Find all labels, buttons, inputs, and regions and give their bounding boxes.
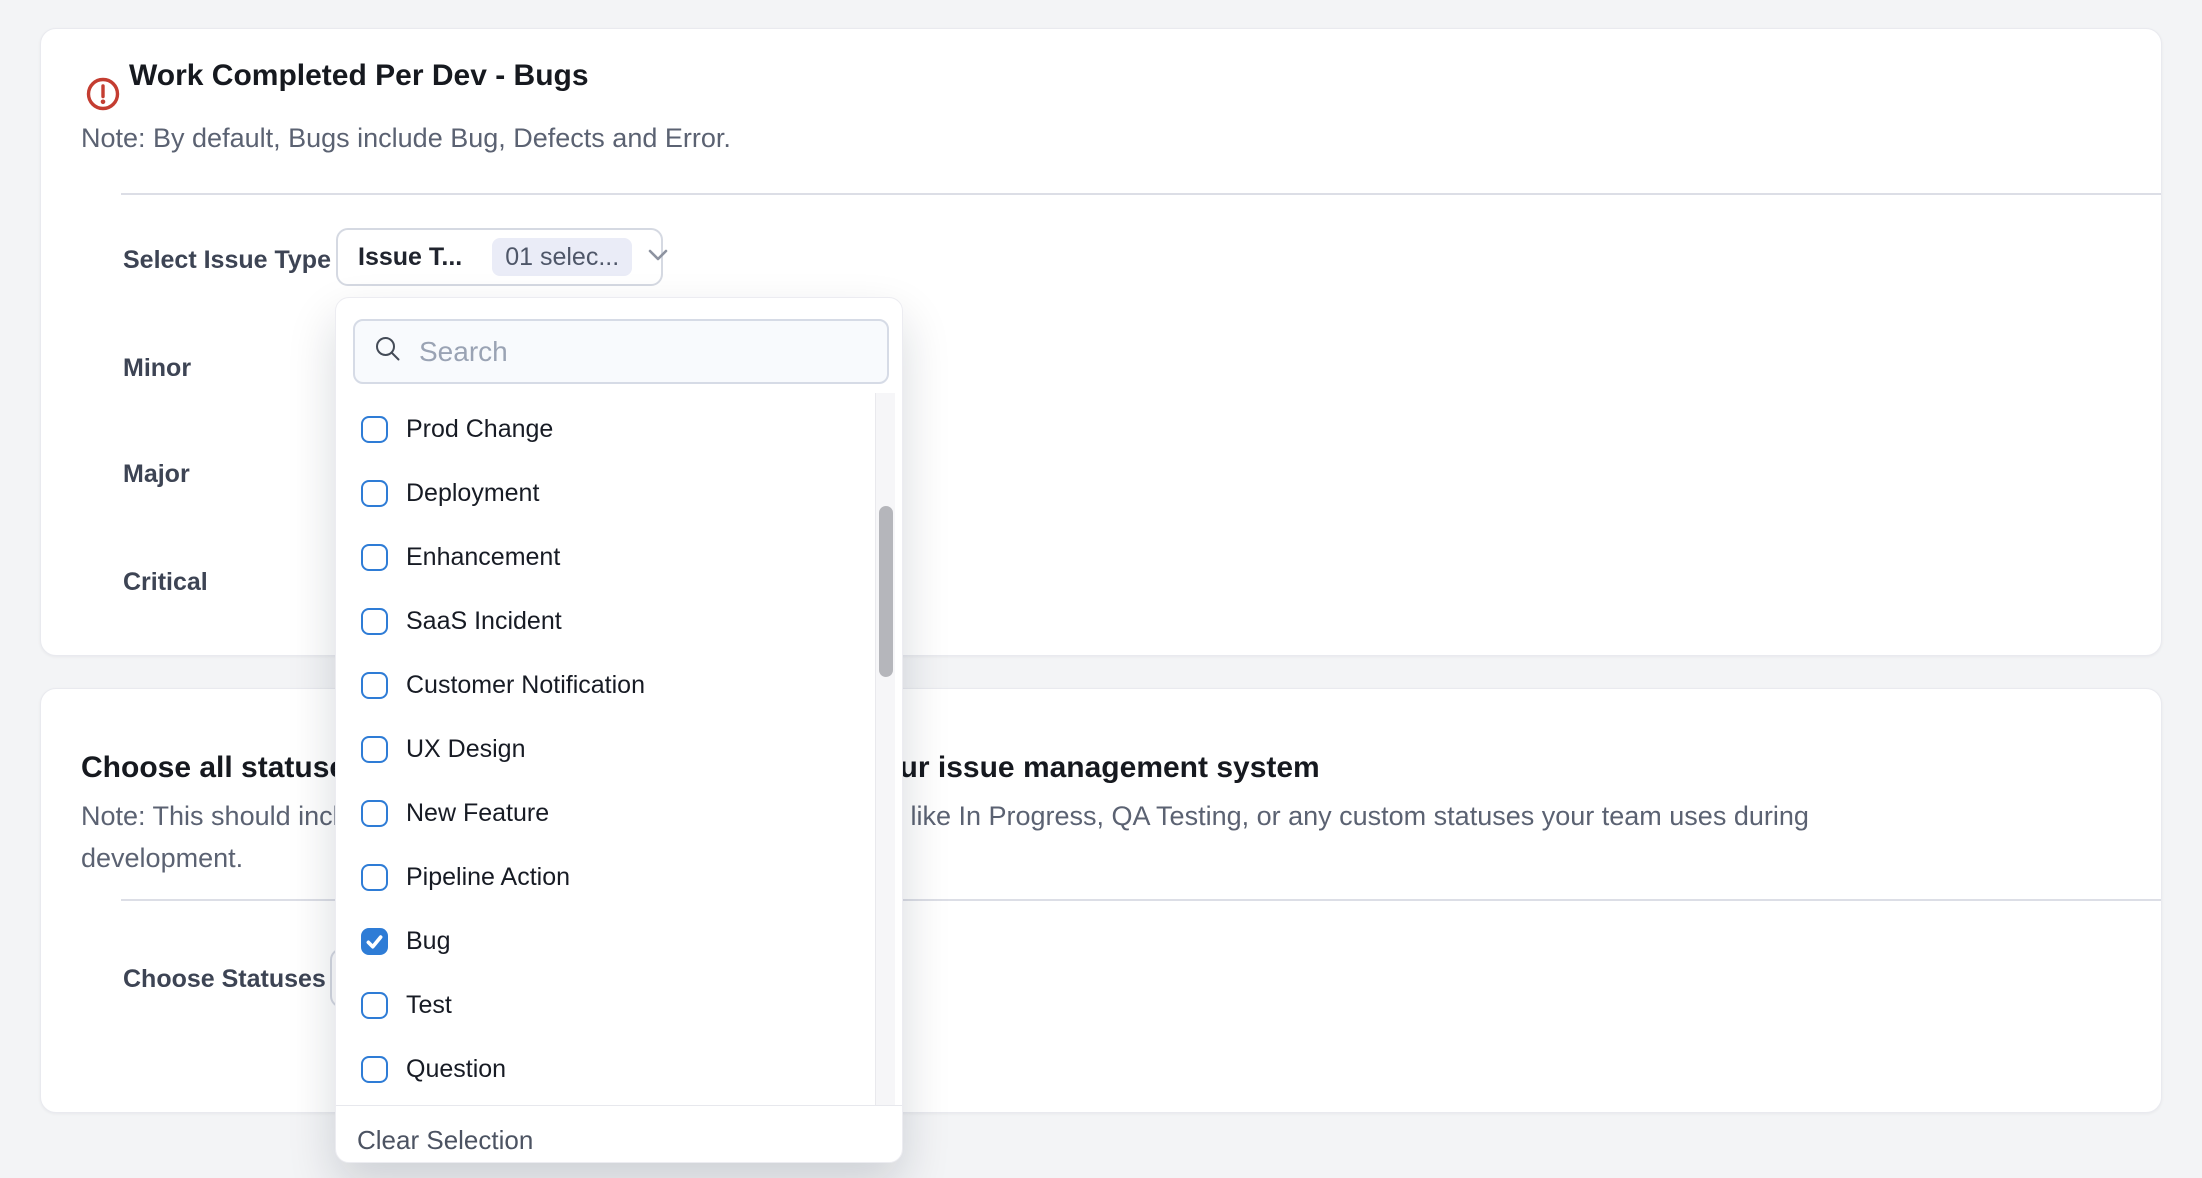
selected-count-badge: 01 selec... <box>492 238 632 276</box>
issue-type-option[interactable]: Enhancement <box>336 525 877 589</box>
alert-circle-icon <box>84 75 122 118</box>
dropdown-search-box <box>353 319 889 384</box>
option-checkbox[interactable] <box>361 864 388 891</box>
issue-type-option[interactable]: New Feature <box>336 781 877 845</box>
critical-label: Critical <box>123 567 208 597</box>
chevron-down-icon <box>647 248 669 267</box>
option-checkbox[interactable] <box>361 736 388 763</box>
choose-statuses-label: Choose Statuses <box>123 964 326 994</box>
option-checkbox[interactable] <box>361 1056 388 1083</box>
option-label: Bug <box>406 927 450 956</box>
option-label: Question <box>406 1055 506 1084</box>
settings-page: { "colors": { "accent_blue": "#2e7cd6", … <box>0 0 2202 1178</box>
option-label: Deployment <box>406 479 539 508</box>
option-label: Prod Change <box>406 415 553 444</box>
list-scrollbar-thumb[interactable] <box>879 506 893 677</box>
option-checkbox[interactable] <box>361 608 388 635</box>
issue-type-option[interactable]: Question <box>336 1037 877 1101</box>
issue-type-trigger-label: Issue T... <box>358 243 462 272</box>
search-icon <box>373 334 403 369</box>
issue-type-option[interactable]: Deployment <box>336 461 877 525</box>
issue-type-dropdown-panel: Prod Change Deployment Enhancement SaaS … <box>335 297 903 1163</box>
select-issue-type-label: Select Issue Type <box>123 245 331 275</box>
option-label: New Feature <box>406 799 549 828</box>
issue-type-option[interactable]: Prod Change <box>336 397 877 461</box>
option-label: Customer Notification <box>406 671 645 700</box>
issue-type-option[interactable]: Customer Notification <box>336 653 877 717</box>
option-label: Test <box>406 991 452 1020</box>
option-checkbox[interactable] <box>361 800 388 827</box>
option-label: Enhancement <box>406 543 560 572</box>
issue-type-dropdown-trigger[interactable]: Issue T... 01 selec... <box>336 228 663 286</box>
option-checkbox[interactable] <box>361 672 388 699</box>
option-checkbox[interactable] <box>361 416 388 443</box>
card1-divider <box>121 193 2161 195</box>
issue-type-option[interactable]: Test <box>336 973 877 1037</box>
card2-note-line2: development. <box>81 842 243 874</box>
issue-type-option[interactable]: Pipeline Action <box>336 845 877 909</box>
option-label: Pipeline Action <box>406 863 570 892</box>
option-label: UX Design <box>406 735 526 764</box>
clear-selection-button[interactable]: Clear Selection <box>357 1124 533 1156</box>
list-scrollbar-track[interactable] <box>875 393 895 1105</box>
issue-type-list: Prod Change Deployment Enhancement SaaS … <box>336 397 877 1105</box>
search-input[interactable] <box>419 336 869 368</box>
card1-note: Note: By default, Bugs include Bug, Defe… <box>81 122 731 154</box>
issue-type-option[interactable]: SaaS Incident <box>336 589 877 653</box>
option-checkbox[interactable] <box>361 992 388 1019</box>
major-label: Major <box>123 459 190 489</box>
option-checkbox[interactable] <box>361 928 388 955</box>
panel-footer-divider <box>336 1105 902 1106</box>
option-label: SaaS Incident <box>406 607 562 636</box>
option-checkbox[interactable] <box>361 544 388 571</box>
issue-type-option[interactable]: UX Design <box>336 717 877 781</box>
issue-type-option[interactable]: Bug <box>336 909 877 973</box>
option-checkbox[interactable] <box>361 480 388 507</box>
minor-label: Minor <box>123 353 191 383</box>
card1-title: Work Completed Per Dev - Bugs <box>129 58 589 94</box>
